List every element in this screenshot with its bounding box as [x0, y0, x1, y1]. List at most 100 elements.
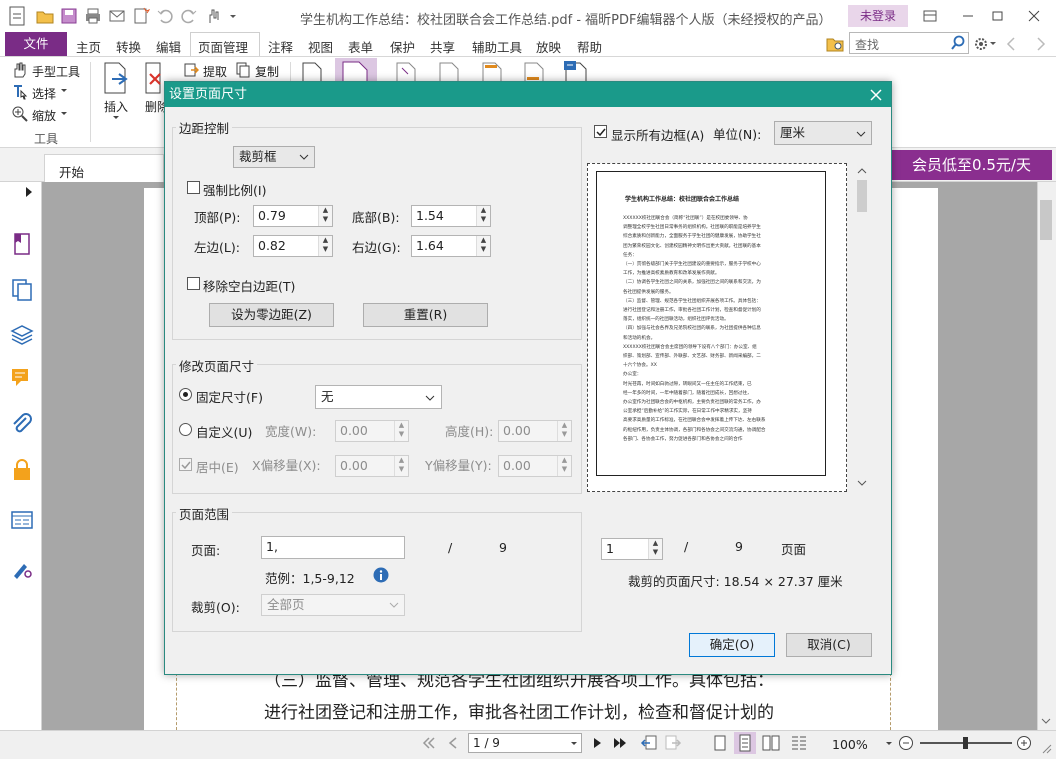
search-icon[interactable]	[950, 35, 966, 51]
copy-label[interactable]: 复制	[255, 63, 279, 80]
promo-banner[interactable]: 会员低至0.5元/天	[891, 150, 1052, 180]
vertical-scrollbar[interactable]	[1037, 182, 1056, 730]
insert-label[interactable]: 插入	[104, 98, 128, 115]
fixed-size-radio[interactable]	[179, 388, 192, 401]
redo-icon[interactable]	[180, 7, 198, 25]
zoom-slider-thumb[interactable]	[963, 737, 968, 749]
spinner-icon[interactable]: ▲ ▼	[318, 236, 332, 256]
width-input[interactable]: 0.00 ▲ ▼	[335, 420, 409, 442]
unit-select[interactable]: 厘米	[774, 121, 872, 145]
prev-page-icon[interactable]	[446, 736, 460, 750]
menu-share[interactable]: 共享	[430, 37, 455, 56]
print-icon[interactable]	[84, 7, 102, 25]
scroll-thumb[interactable]	[1040, 200, 1052, 240]
left-margin-input[interactable]: 0.82 ▲ ▼	[253, 235, 333, 257]
bookmark-icon[interactable]	[10, 232, 34, 256]
pages-input[interactable]: 1,	[261, 536, 405, 559]
extract-icon[interactable]	[183, 62, 199, 78]
next-page-icon[interactable]	[590, 736, 604, 750]
spinner-icon[interactable]: ▲ ▼	[648, 539, 662, 559]
view-forward-icon[interactable]	[664, 734, 682, 752]
menu-help[interactable]: 帮助	[577, 37, 602, 56]
spinner-icon[interactable]: ▲ ▼	[394, 456, 408, 476]
preview-page-input[interactable]: 1 ▲ ▼	[601, 538, 663, 560]
search-input[interactable]: 查找	[849, 32, 969, 54]
reset-button[interactable]: 重置(R)	[363, 303, 488, 327]
zero-margin-button[interactable]: 设为零边距(Z)	[209, 303, 334, 327]
spinner-icon[interactable]: ▲ ▼	[318, 206, 332, 226]
page-number-input[interactable]: 1 / 9	[468, 733, 582, 753]
menu-protect[interactable]: 保护	[390, 37, 415, 56]
minimize-button[interactable]	[958, 8, 978, 24]
select-dropdown-icon[interactable]	[60, 87, 68, 95]
nav-forward-icon[interactable]	[1034, 35, 1048, 53]
undo-icon[interactable]	[156, 7, 174, 25]
center-label[interactable]: 居中(E)	[196, 457, 239, 476]
hand-dropdown-icon[interactable]	[204, 7, 240, 25]
top-margin-input[interactable]: 0.79 ▲ ▼	[253, 205, 333, 227]
box-select[interactable]: 裁剪框	[233, 146, 315, 168]
y-offset-input[interactable]: 0.00 ▲ ▼	[498, 455, 572, 477]
tab-start[interactable]: 开始	[44, 154, 164, 182]
menu-view[interactable]: 视图	[308, 37, 333, 56]
fixed-size-label[interactable]: 固定尺寸(F)	[196, 387, 263, 406]
center-checkbox[interactable]	[179, 458, 192, 471]
remove-white-label[interactable]: 移除空白边距(T)	[203, 276, 295, 295]
spinner-icon[interactable]: ▲ ▼	[557, 421, 571, 441]
custom-size-radio[interactable]	[179, 423, 192, 436]
new-icon[interactable]	[132, 7, 150, 25]
ok-button[interactable]: 确定(O)	[689, 633, 775, 657]
menu-page-manage[interactable]: 页面管理	[198, 37, 248, 56]
menu-accessibility[interactable]: 辅助工具	[472, 37, 522, 56]
menu-form[interactable]: 表单	[348, 37, 373, 56]
menu-file[interactable]: 文件	[5, 32, 67, 56]
zoom-icon[interactable]	[12, 106, 28, 122]
select-icon[interactable]	[12, 84, 28, 100]
custom-size-label[interactable]: 自定义(U)	[196, 422, 252, 441]
close-button[interactable]	[1024, 8, 1044, 24]
preview-scrollbar[interactable]	[854, 163, 870, 492]
nav-back-icon[interactable]	[1004, 35, 1018, 53]
email-icon[interactable]	[108, 7, 126, 25]
zoom-label[interactable]: 缩放	[32, 107, 56, 124]
settings-gear-icon[interactable]	[972, 35, 998, 53]
zoom-in-icon[interactable]	[1016, 735, 1032, 751]
layers-icon[interactable]	[10, 322, 34, 346]
zoom-dropdown-icon[interactable]	[60, 110, 68, 118]
menu-comment[interactable]: 注释	[268, 37, 293, 56]
menu-convert[interactable]: 转换	[116, 37, 141, 56]
single-page-view-icon[interactable]	[712, 734, 728, 752]
menu-slideshow[interactable]: 放映	[536, 37, 561, 56]
restore-button[interactable]	[988, 8, 1008, 24]
first-page-icon[interactable]	[422, 736, 436, 750]
comments-icon[interactable]	[10, 366, 34, 390]
hand-tool-label[interactable]: 手型工具	[32, 63, 80, 80]
save-icon[interactable]	[60, 7, 78, 25]
scroll-down-icon[interactable]	[1040, 716, 1052, 726]
show-all-boxes-checkbox[interactable]	[594, 125, 607, 138]
preview-scroll-up-icon[interactable]	[856, 166, 868, 176]
security-lock-icon[interactable]	[10, 458, 34, 482]
folder-search-icon[interactable]	[826, 35, 846, 53]
zoom-dropdown-icon[interactable]	[884, 740, 894, 748]
select-label[interactable]: 选择	[32, 85, 56, 102]
insert-dropdown-icon[interactable]	[112, 114, 120, 122]
form-fields-icon[interactable]	[10, 508, 34, 532]
continuous-facing-icon[interactable]	[790, 734, 808, 752]
spinner-icon[interactable]: ▲ ▼	[476, 236, 490, 256]
cancel-button[interactable]: 取消(C)	[786, 633, 872, 657]
insert-page-icon[interactable]	[102, 62, 130, 94]
preview-scroll-thumb[interactable]	[857, 180, 867, 212]
force-ratio-label[interactable]: 强制比例(I)	[203, 180, 266, 199]
dialog-close-icon[interactable]	[866, 85, 886, 105]
spinner-icon[interactable]: ▲ ▼	[476, 206, 490, 226]
hand-tool-icon[interactable]	[12, 62, 28, 78]
remove-white-checkbox[interactable]	[187, 277, 200, 290]
preview-scroll-down-icon[interactable]	[856, 478, 868, 488]
crop-select[interactable]: 全部页	[261, 594, 405, 616]
x-offset-input[interactable]: 0.00 ▲ ▼	[335, 455, 409, 477]
page-dropdown-icon[interactable]	[569, 740, 579, 748]
zoom-level[interactable]: 100%	[832, 737, 868, 752]
force-ratio-checkbox[interactable]	[187, 181, 200, 194]
zoom-out-icon[interactable]	[898, 735, 914, 751]
